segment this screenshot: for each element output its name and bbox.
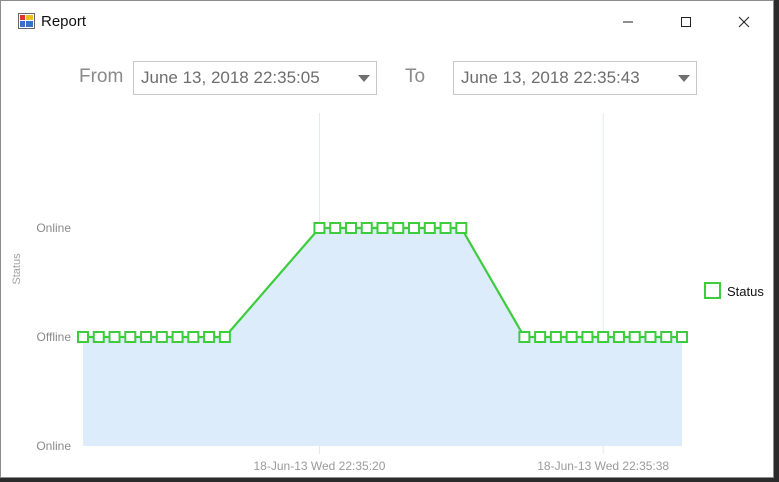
data-point-marker xyxy=(203,331,216,343)
data-point-marker xyxy=(360,222,373,234)
to-date-picker[interactable]: June 13, 2018 22:35:43 xyxy=(453,61,697,95)
y-tick-label: Offline xyxy=(37,330,72,344)
minimize-icon xyxy=(623,21,633,23)
y-axis-label: Status xyxy=(11,253,23,285)
data-point-marker xyxy=(92,331,105,343)
data-point-marker xyxy=(628,331,641,343)
maximize-button[interactable] xyxy=(657,1,715,43)
data-point-marker xyxy=(534,331,547,343)
data-point-marker xyxy=(155,331,168,343)
data-point-marker xyxy=(140,331,153,343)
data-point-marker xyxy=(124,331,137,343)
status-chart: Online Offline Online Status 18-Jun-13 Wed 2… xyxy=(11,113,764,473)
x-tick-label: 18-Jun-13 Wed 22:35:38 xyxy=(537,459,669,473)
data-point-marker xyxy=(171,331,184,343)
to-dropdown-button[interactable] xyxy=(672,62,696,94)
data-point-marker xyxy=(344,222,357,234)
data-point-marker xyxy=(439,222,452,234)
y-tick-label: Online xyxy=(36,221,71,235)
data-point-marker xyxy=(392,222,405,234)
data-point-marker xyxy=(218,331,231,343)
data-point-marker xyxy=(549,331,562,343)
data-point-marker xyxy=(597,331,610,343)
minimize-button[interactable] xyxy=(599,1,657,43)
maximize-icon xyxy=(681,17,691,27)
data-point-marker xyxy=(108,331,121,343)
data-point-marker xyxy=(77,331,89,343)
data-point-marker xyxy=(676,331,688,343)
data-point-marker xyxy=(565,331,578,343)
data-point-marker xyxy=(313,222,326,234)
report-app-icon xyxy=(18,13,35,29)
chevron-down-icon xyxy=(358,74,370,82)
close-icon xyxy=(738,16,750,28)
from-label: From xyxy=(79,66,124,87)
chevron-down-icon xyxy=(678,74,690,82)
data-point-marker xyxy=(644,331,657,343)
data-point-marker xyxy=(660,331,673,343)
to-label: To xyxy=(405,66,426,87)
data-point-marker xyxy=(612,331,625,343)
data-point-marker xyxy=(329,222,342,234)
data-point-marker xyxy=(423,222,436,234)
data-point-marker xyxy=(581,331,594,343)
report-window: Report From June 13, 2018 22:35:05 To Ju… xyxy=(0,0,774,478)
from-dropdown-button[interactable] xyxy=(352,62,376,94)
x-tick-label: 18-Jun-13 Wed 22:35:20 xyxy=(254,459,386,473)
title-bar[interactable]: Report xyxy=(1,1,773,43)
from-date-value: June 13, 2018 22:35:05 xyxy=(141,68,320,87)
y-tick-label: Online xyxy=(36,439,71,453)
from-date-picker[interactable]: June 13, 2018 22:35:05 xyxy=(133,61,377,95)
data-point-marker xyxy=(455,222,468,234)
to-date-value: June 13, 2018 22:35:43 xyxy=(461,68,640,87)
data-point-marker xyxy=(408,222,421,234)
data-point-marker xyxy=(376,222,389,234)
data-point-marker xyxy=(518,331,531,343)
window-title: Report xyxy=(41,13,87,30)
data-point-marker xyxy=(187,331,200,343)
close-button[interactable] xyxy=(715,1,773,43)
legend-marker xyxy=(704,282,721,299)
legend-label: Status xyxy=(727,284,764,299)
